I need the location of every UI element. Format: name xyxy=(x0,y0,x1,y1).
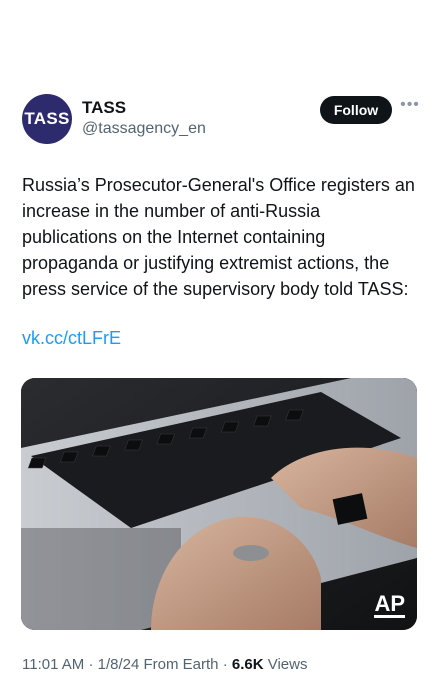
more-dots-icon[interactable]: ••• xyxy=(399,96,421,118)
tweet-source: From Earth xyxy=(143,656,219,673)
views-label: Views xyxy=(267,656,308,673)
tweet-time[interactable]: 11:01 AM xyxy=(22,656,84,673)
views-count: 6.6K xyxy=(231,656,264,673)
tweet-link[interactable]: vk.cc/ctLFrE xyxy=(22,328,121,349)
keyboard-photo xyxy=(21,378,417,630)
tweet-image[interactable]: AP xyxy=(21,378,417,630)
meta-separator: · xyxy=(88,656,94,673)
account-name[interactable]: TASS xyxy=(82,98,126,118)
tweet-text: Russia’s Prosecutor-General's Office reg… xyxy=(22,175,415,299)
tweet-meta: 11:01 AM · 1/8/24 From Earth · 6.6K View… xyxy=(22,656,307,673)
meta-separator: · xyxy=(222,656,228,673)
tweet-header: TASS TASS @tassagency_en Follow ••• xyxy=(22,94,421,146)
account-handle[interactable]: @tassagency_en xyxy=(82,120,206,138)
avatar[interactable]: TASS xyxy=(22,94,72,144)
tweet-date[interactable]: 1/8/24 xyxy=(98,656,140,673)
ap-watermark: AP xyxy=(374,591,405,618)
follow-button[interactable]: Follow xyxy=(320,96,392,124)
